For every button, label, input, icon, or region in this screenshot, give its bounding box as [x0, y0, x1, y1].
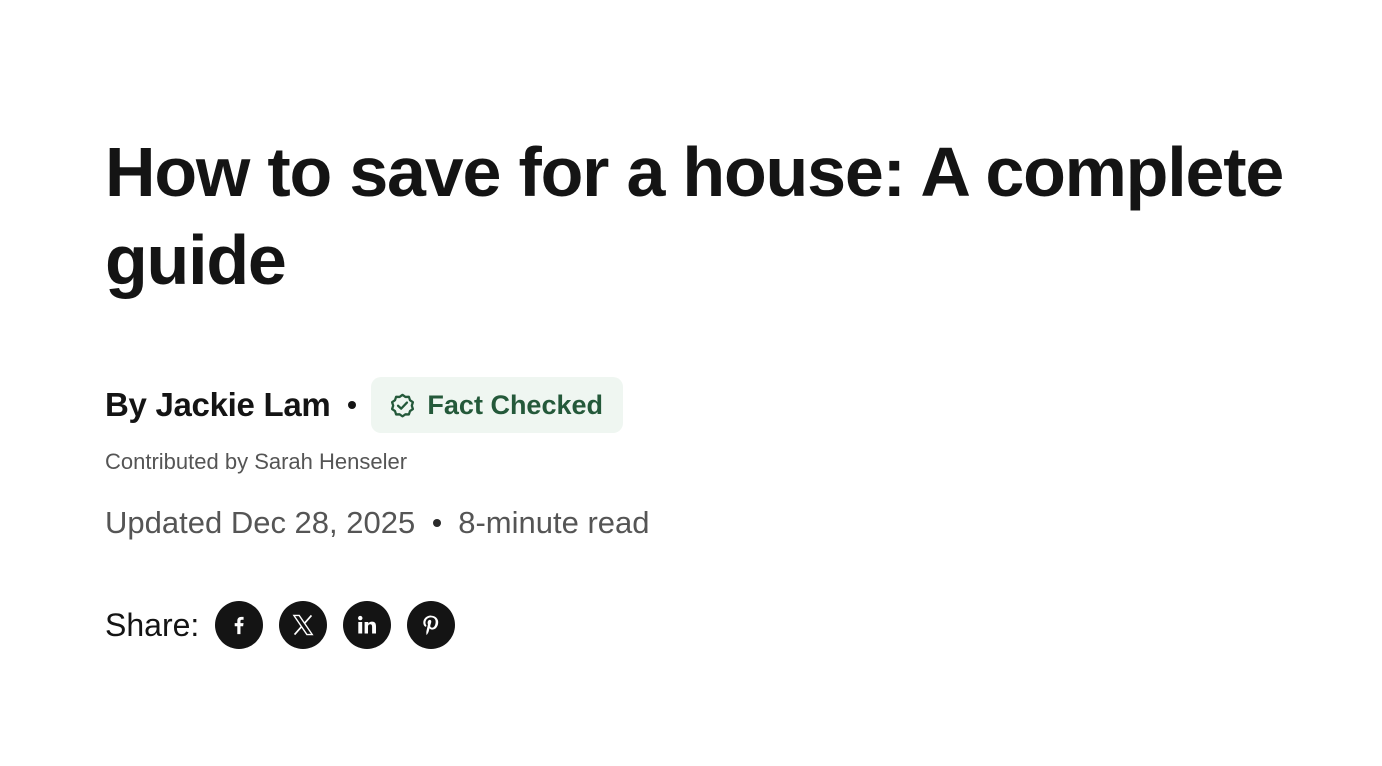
- read-time: 8-minute read: [458, 505, 650, 540]
- share-label: Share:: [105, 606, 200, 643]
- separator-dot: [433, 519, 442, 527]
- x-share-button[interactable]: [279, 601, 328, 649]
- page-title: How to save for a house: A complete guid…: [105, 133, 1284, 299]
- separator-dot: [348, 401, 357, 409]
- fact-checked-badge[interactable]: Fact Checked: [371, 377, 623, 433]
- facebook-share-button[interactable]: [215, 601, 264, 649]
- author-name[interactable]: By Jackie Lam: [105, 386, 331, 424]
- updated-date: Updated Dec 28, 2025: [105, 505, 416, 540]
- article-header: How to save for a house: A complete guid…: [105, 128, 1285, 649]
- facebook-icon: [234, 616, 244, 635]
- article-meta: Updated Dec 28, 2025 8-minute read: [105, 505, 1285, 541]
- share-bar: Share:: [105, 601, 1285, 649]
- x-icon: [292, 614, 314, 636]
- badge-label: Fact Checked: [427, 389, 603, 420]
- pinterest-icon: [423, 615, 439, 635]
- pinterest-share-button[interactable]: [407, 601, 456, 649]
- verified-check-icon: [388, 391, 417, 420]
- linkedin-icon: [358, 615, 377, 634]
- contributor-line: Contributed by Sarah Henseler: [105, 449, 408, 474]
- byline: By Jackie Lam Fact Checked: [105, 377, 1285, 433]
- linkedin-share-button[interactable]: [343, 601, 392, 649]
